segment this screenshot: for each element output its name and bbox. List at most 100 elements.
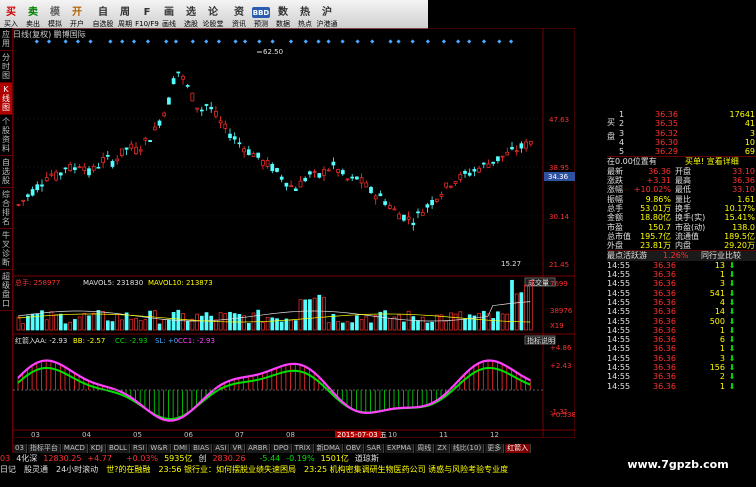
news-item[interactable]: 世?的在融融 bbox=[106, 464, 150, 476]
candle-body bbox=[167, 97, 171, 105]
candle-body bbox=[458, 174, 463, 180]
signal-marker bbox=[508, 39, 514, 44]
candle-body bbox=[110, 160, 115, 167]
signal-marker bbox=[425, 39, 430, 44]
volume-bar bbox=[453, 313, 458, 331]
indicator-tab-21[interactable]: 更多 bbox=[485, 444, 505, 453]
candle-body bbox=[308, 171, 312, 175]
left-tab-6[interactable]: 牛叉诊断 bbox=[0, 229, 12, 270]
forum-button[interactable]: 论论股堂 bbox=[202, 0, 224, 28]
indicator-tab-1[interactable]: 指标平台 bbox=[27, 444, 61, 453]
left-tab-5[interactable]: 综合排名 bbox=[0, 188, 12, 229]
watch-button[interactable]: 自自选股 bbox=[92, 0, 114, 28]
candle-body bbox=[491, 161, 496, 164]
news-button[interactable]: 资资讯 bbox=[228, 0, 250, 28]
indicator-tab-3[interactable]: KDJ bbox=[88, 444, 106, 453]
indicator-tab-6[interactable]: W&R bbox=[148, 444, 171, 453]
indicator-tab-7[interactable]: DMI bbox=[171, 444, 191, 453]
period-button[interactable]: 周周期 bbox=[114, 0, 136, 28]
candle-body bbox=[190, 92, 195, 102]
indicator-tab-13[interactable]: TRIX bbox=[292, 444, 314, 453]
left-tab-4[interactable]: 自选股 bbox=[0, 156, 12, 188]
left-tab-2[interactable]: K线图 bbox=[0, 83, 12, 115]
kline-chart[interactable]: 47.63 38.95 30.14 21.45 62.50 15.27 34.36 总手: 2… bbox=[13, 28, 575, 438]
news-icon: 资 bbox=[234, 6, 244, 18]
candle-body bbox=[336, 169, 340, 173]
bid-row[interactable]: 5 36.29 69 bbox=[619, 147, 756, 156]
candle-body bbox=[444, 182, 449, 188]
indicator-tab-10[interactable]: VR bbox=[230, 444, 246, 453]
bbd-button[interactable]: BBD 预测 bbox=[250, 0, 272, 28]
volume-bar bbox=[477, 313, 481, 331]
indicator-tab-17[interactable]: EXPMA bbox=[384, 444, 415, 453]
indicator-tab-5[interactable]: RSI bbox=[130, 444, 148, 453]
indicator-tab-15[interactable]: OBV bbox=[343, 444, 364, 453]
pick-icon: 选 bbox=[186, 6, 196, 18]
draw-label: 画线 bbox=[162, 20, 176, 28]
hot-button[interactable]: 热热点 bbox=[294, 0, 316, 28]
bid-row[interactable]: 1 36.36 17641 bbox=[619, 110, 756, 119]
indicator-tab-11[interactable]: ARBR bbox=[246, 444, 271, 453]
volume-bar bbox=[416, 320, 420, 331]
volume-bar bbox=[181, 313, 185, 331]
bid-row[interactable]: 3 36.32 3 bbox=[619, 129, 756, 138]
left-tab-1[interactable]: 分时图 bbox=[0, 51, 12, 83]
data-button[interactable]: 数数据 bbox=[272, 0, 294, 28]
candle-body bbox=[298, 180, 303, 188]
news-item: 24小时滚动 bbox=[56, 465, 99, 474]
indicator-tab-20[interactable]: 线比(10) bbox=[450, 444, 485, 453]
open-label: 开户 bbox=[70, 20, 84, 28]
left-tab-0[interactable]: 应用 bbox=[0, 28, 12, 51]
indicator-scale-0: +4.86 bbox=[550, 344, 572, 352]
signal-marker bbox=[75, 39, 81, 44]
down-arrow-icon: ⬇ bbox=[728, 353, 736, 363]
indicator-tab-18[interactable]: 周线 bbox=[415, 444, 435, 453]
indicator-tab-4[interactable]: BOLL bbox=[106, 444, 130, 453]
candle-body bbox=[16, 204, 21, 206]
sell-button[interactable]: 卖卖出 bbox=[22, 0, 44, 28]
pick-button[interactable]: 选选股 bbox=[180, 0, 202, 28]
forum-label: 论股堂 bbox=[202, 20, 224, 28]
tick-row: 14:55 36.36 6 ⬇ bbox=[607, 335, 756, 344]
sim-button[interactable]: 模模拟 bbox=[44, 0, 66, 28]
indicator-tab-2[interactable]: MACD bbox=[61, 444, 88, 453]
f10-button[interactable]: F F10/F9 bbox=[135, 0, 159, 28]
open-button[interactable]: 开开户 bbox=[66, 0, 88, 28]
indicator-tab-8[interactable]: BIAS bbox=[191, 444, 213, 453]
bid-row[interactable]: 2 36.35 41 bbox=[619, 119, 756, 128]
hk-button[interactable]: 沪沪港通 bbox=[316, 0, 338, 28]
price-label-2: 30.14 bbox=[549, 213, 570, 221]
volume-bar bbox=[387, 317, 392, 331]
candle-body bbox=[397, 213, 402, 220]
draw-button[interactable]: 画画线 bbox=[158, 0, 180, 28]
volume-bar bbox=[449, 312, 453, 331]
left-tab-3[interactable]: 个股资料 bbox=[0, 115, 12, 156]
stat-row: 最新 36.36 开盘 33.10 bbox=[607, 166, 755, 176]
date-label-1: 04 bbox=[82, 431, 91, 438]
candle-body bbox=[162, 112, 167, 117]
left-tab-7[interactable]: 超级盘口 bbox=[0, 270, 12, 311]
indicator-tab-9[interactable]: ASI bbox=[213, 444, 230, 453]
indicator-tab-16[interactable]: SAR bbox=[364, 444, 384, 453]
news-item[interactable]: 23:56 银行业：如何摆脱业绩失速困局 bbox=[158, 464, 296, 476]
date-label-9: 12 bbox=[490, 431, 499, 438]
indicator-tab-22[interactable]: 红箭入 bbox=[505, 444, 532, 453]
date-label-2: 05 bbox=[133, 431, 142, 438]
indicator-tab-14[interactable]: 新DMA bbox=[314, 444, 343, 453]
candle-body bbox=[218, 120, 223, 124]
bid-row[interactable]: 4 36.30 10 bbox=[619, 138, 756, 147]
sell-icon: 卖 bbox=[28, 6, 38, 18]
buy-button[interactable]: 买买入 bbox=[0, 0, 22, 28]
indicator-tab-12[interactable]: DPO bbox=[271, 444, 292, 453]
volume-bar bbox=[510, 279, 514, 331]
volume-bar bbox=[73, 319, 77, 331]
down-arrow-icon: ⬇ bbox=[728, 279, 736, 289]
candle-body bbox=[63, 167, 68, 170]
volume-bar bbox=[434, 314, 439, 331]
indicator-tab-19[interactable]: ZX bbox=[435, 444, 450, 453]
indicator-tab-0[interactable]: 03 bbox=[13, 444, 27, 453]
candle-body bbox=[40, 184, 44, 187]
candle-body bbox=[510, 147, 514, 150]
news-item[interactable]: 23:25 机构密集调研生物医药公司 诱惑与风险考验专业度 bbox=[304, 464, 508, 476]
candle-body bbox=[49, 173, 54, 176]
